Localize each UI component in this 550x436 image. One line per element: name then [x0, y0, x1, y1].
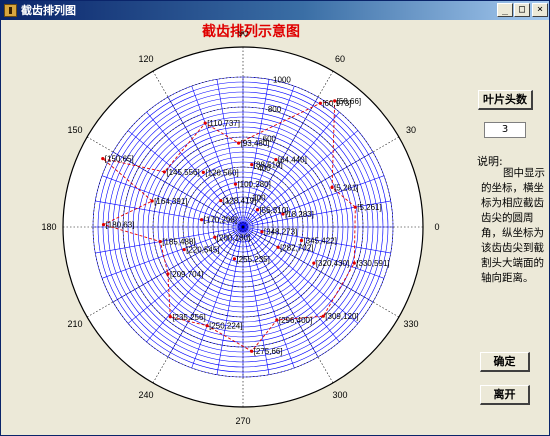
data-label: [320,430] — [316, 259, 349, 268]
data-label: [150,65] — [105, 155, 134, 164]
window-title: 截齿排列图 — [21, 4, 76, 17]
radial-tick-label: 1000 — [273, 75, 291, 84]
app-icon — [4, 4, 17, 17]
data-label: [209,704] — [170, 270, 203, 279]
angle-tick-label: 60 — [335, 54, 345, 64]
data-label: [296,400] — [279, 316, 312, 325]
title-bar[interactable]: 截齿排列图 _ □ × — [1, 1, 549, 20]
blade-count-button[interactable]: 叶片头数 — [478, 90, 533, 110]
data-label: [128,419] — [223, 197, 256, 206]
angle-tick-label: 330 — [403, 319, 418, 329]
data-label: [309,120] — [325, 312, 358, 321]
angle-tick-label: 30 — [406, 125, 416, 135]
data-label: [250,224] — [209, 322, 242, 331]
data-label: [282,702] — [280, 243, 313, 252]
angle-tick-label: 120 — [138, 54, 153, 64]
data-label: [185,488] — [162, 238, 195, 247]
angle-tick-label: 240 — [138, 390, 153, 400]
data-label: [110,737] — [207, 119, 240, 128]
data-label: [100,280] — [237, 180, 270, 189]
data-label: [220,545] — [186, 246, 219, 255]
data-label: [200,180] — [217, 233, 250, 242]
angle-tick-label: 90 — [238, 31, 248, 38]
angle-tick-label: 210 — [67, 319, 82, 329]
data-label: [145,556] — [166, 168, 199, 177]
data-label: [126,560] — [205, 168, 238, 177]
data-label: [18,283] — [285, 210, 314, 219]
minimize-button[interactable]: _ — [497, 3, 513, 17]
angle-tick-label: 150 — [67, 125, 82, 135]
data-label: [93,480] — [241, 139, 270, 148]
note-text: 图中显示的坐标，横坐标为相应截齿齿尖的圆周角，纵坐标为该齿齿尖到截割头大端面的轴… — [481, 167, 545, 284]
angle-tick-label: 180 — [41, 222, 56, 232]
polar-plot: 0306090120150180210240270300330200400600… — [41, 31, 439, 426]
maximize-button[interactable]: □ — [514, 3, 530, 17]
data-label: [5,261] — [334, 183, 358, 192]
radial-tick-label: 800 — [268, 105, 282, 114]
data-label: [255,235] — [236, 255, 269, 264]
data-label: [64,440] — [278, 156, 307, 165]
data-label: [58,66] — [337, 97, 361, 106]
ok-button[interactable]: 确定 — [480, 352, 530, 372]
data-label: [180,63] — [106, 221, 135, 230]
data-label: [330,591] — [356, 259, 389, 268]
data-label: [348,273] — [264, 228, 297, 237]
close-button[interactable]: × — [532, 3, 548, 17]
data-label: [5,261] — [357, 203, 381, 212]
angle-tick-label: 0 — [434, 222, 439, 232]
data-label: [164,391] — [154, 197, 187, 206]
app-window: 截齿排列图 _ □ × 截齿排列示意图 0 30 60 90 120 150 180 210 2… — [0, 0, 550, 436]
blade-count-field[interactable]: 3 — [484, 122, 526, 138]
leave-button[interactable]: 离开 — [480, 385, 530, 405]
data-label: [56,310] — [259, 206, 288, 215]
data-label: [170,298] — [204, 216, 237, 225]
angle-tick-label: 270 — [235, 416, 250, 426]
data-label: [235,256] — [172, 313, 205, 322]
data-label: [275,66] — [254, 347, 283, 356]
angle-tick-label: 300 — [332, 390, 347, 400]
